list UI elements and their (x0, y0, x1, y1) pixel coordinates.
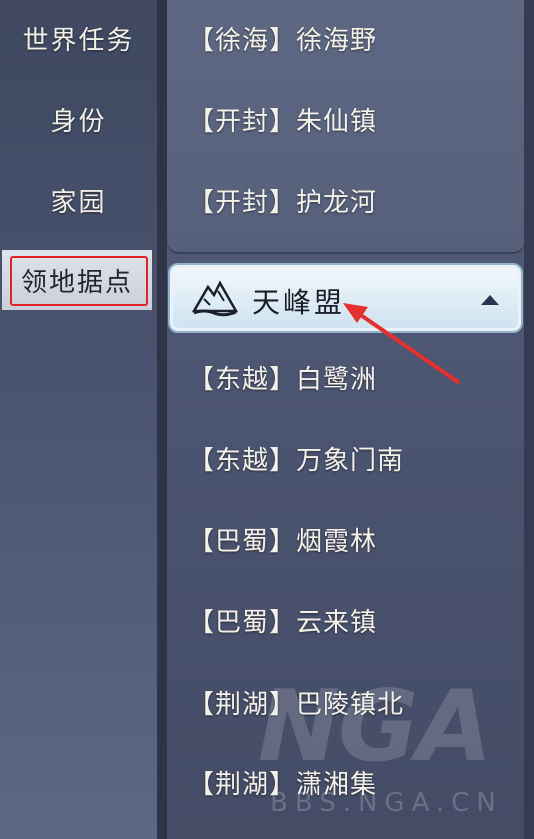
panel-edge (524, 0, 534, 839)
sidebar-item-label: 领地据点 (20, 267, 133, 298)
sidebar-item-label: 世界任务 (22, 25, 135, 56)
location-item[interactable]: 【徐海】徐海野 (188, 18, 377, 58)
sidebar-item-label: 家园 (50, 187, 107, 218)
location-item[interactable]: 【东越】白鹭洲 (188, 357, 377, 397)
mountain-emblem-icon (192, 280, 238, 317)
location-item[interactable]: 【东越】万象门南 (188, 438, 404, 478)
faction-name: 天峰盟 (252, 286, 346, 319)
watermark-url: BBS.NGA.CN (270, 788, 503, 818)
category-sidebar: 世界任务 身份 家园 领地据点 (0, 0, 157, 839)
sidebar-item-identity[interactable]: 身份 (0, 89, 157, 149)
sidebar-item-world-quests[interactable]: 世界任务 (0, 8, 157, 68)
sidebar-item-territory[interactable]: 领地据点 (2, 250, 152, 310)
location-item[interactable]: 【开封】朱仙镇 (188, 99, 377, 139)
location-item[interactable]: 【巴蜀】烟霞林 (188, 519, 377, 559)
location-item[interactable]: 【巴蜀】云来镇 (188, 600, 377, 640)
divider (157, 0, 167, 839)
sidebar-item-home[interactable]: 家园 (0, 170, 157, 230)
collapse-triangle-icon[interactable] (481, 295, 499, 305)
nga-watermark: NGA BBS.NGA.CN (258, 670, 518, 820)
sidebar-item-label: 身份 (50, 106, 107, 137)
faction-header-tianfeng[interactable]: 天峰盟 (168, 263, 523, 333)
location-item[interactable]: 【开封】护龙河 (188, 180, 377, 220)
watermark-logo: NGA (258, 670, 492, 784)
